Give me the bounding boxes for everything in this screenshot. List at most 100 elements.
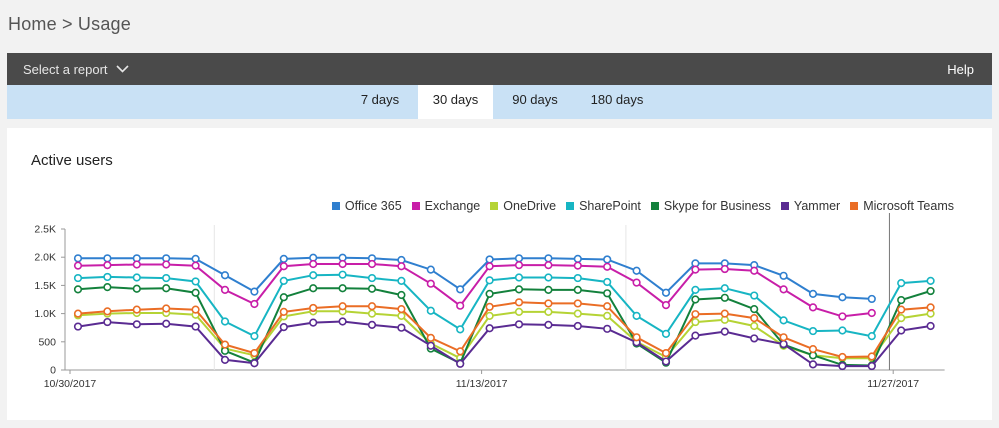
data-point-yammer [720, 327, 729, 336]
data-point-skype-for-business [397, 290, 406, 300]
data-point-sharepoint [573, 273, 582, 283]
data-point-yammer [897, 326, 906, 335]
x-tick-label: 11/13/2017 [456, 378, 508, 390]
data-point-microsoft-teams [426, 333, 435, 342]
data-point-skype-for-business [279, 293, 288, 302]
data-point-microsoft-teams [603, 302, 612, 311]
data-point-office-365 [632, 266, 641, 275]
tab-180-days[interactable]: 180 days [581, 85, 653, 119]
data-point-yammer [867, 361, 876, 371]
data-point-skype-for-business [485, 289, 494, 298]
data-point-sharepoint [338, 270, 347, 279]
data-point-skype-for-business [73, 285, 83, 294]
data-point-sharepoint [867, 332, 876, 341]
data-point-microsoft-teams [632, 333, 641, 342]
data-point-skype-for-business [720, 293, 729, 302]
data-point-office-365 [250, 287, 259, 296]
data-point-office-365 [279, 254, 288, 263]
tab-30-days[interactable]: 30 days [418, 85, 493, 119]
data-point-yammer [73, 322, 83, 331]
data-point-office-365 [867, 294, 876, 304]
data-point-exchange [632, 278, 641, 287]
data-point-yammer [573, 321, 582, 331]
data-point-yammer [103, 317, 112, 327]
data-point-yammer [779, 339, 788, 349]
data-point-onedrive [544, 307, 553, 317]
data-point-yammer [838, 361, 847, 371]
data-point-office-365 [544, 254, 553, 263]
data-point-yammer [367, 320, 377, 329]
data-point-sharepoint [808, 326, 818, 336]
data-point-yammer [485, 324, 494, 333]
y-tick-label: 0 [50, 365, 56, 377]
y-tick-label: 2.5K [34, 224, 56, 236]
data-point-sharepoint [132, 273, 141, 282]
data-point-onedrive [691, 317, 700, 327]
data-point-yammer [456, 359, 465, 368]
data-point-skype-for-business [926, 286, 935, 296]
data-point-exchange [456, 301, 465, 310]
data-point-skype-for-business [191, 288, 200, 297]
select-report-label: Select a report [23, 61, 108, 77]
data-point-yammer [191, 322, 200, 331]
data-point-office-365 [220, 271, 230, 280]
active-users-line-chart: 0 500 1.0K 1.5K 2.0K 2.5K 10/30/2017 11/13/2017… [34, 213, 945, 390]
data-point-yammer [397, 323, 406, 332]
data-point-microsoft-teams [397, 304, 406, 314]
data-point-exchange [485, 262, 494, 271]
data-point-skype-for-business [750, 304, 759, 314]
data-point-microsoft-teams [750, 314, 759, 323]
tab-90-days[interactable]: 90 days [501, 85, 569, 119]
data-point-office-365 [485, 255, 494, 264]
data-point-microsoft-teams [485, 302, 494, 311]
data-point-yammer [514, 320, 524, 329]
data-point-microsoft-teams [456, 347, 465, 356]
data-point-yammer [309, 318, 318, 327]
data-point-sharepoint [632, 311, 641, 320]
data-point-microsoft-teams [309, 303, 318, 313]
data-point-yammer [808, 360, 818, 369]
data-point-skype-for-business [544, 285, 553, 295]
data-point-sharepoint [603, 277, 612, 287]
data-point-microsoft-teams [514, 298, 524, 307]
tab-7-days[interactable]: 7 days [350, 85, 410, 119]
chevron-down-icon [115, 65, 129, 73]
data-point-sharepoint [779, 316, 788, 325]
data-point-yammer [750, 334, 759, 343]
select-report-dropdown[interactable]: Select a report [23, 62, 129, 77]
data-point-exchange [691, 265, 700, 274]
data-point-microsoft-teams [544, 299, 553, 308]
data-point-microsoft-teams [220, 340, 230, 349]
data-point-yammer [603, 324, 612, 333]
data-point-sharepoint [691, 285, 700, 295]
data-point-onedrive [485, 311, 494, 320]
data-point-sharepoint [250, 332, 259, 341]
data-point-microsoft-teams [279, 307, 288, 317]
data-point-onedrive [514, 307, 524, 317]
data-point-sharepoint [426, 306, 435, 315]
data-point-microsoft-teams [573, 299, 582, 308]
help-link[interactable]: Help [947, 62, 974, 77]
data-point-skype-for-business [897, 295, 906, 305]
data-point-sharepoint [191, 277, 200, 286]
data-point-office-365 [838, 293, 847, 302]
period-tabs: 7 days 30 days 90 days 180 days [7, 85, 992, 119]
data-point-skype-for-business [132, 284, 141, 293]
data-point-skype-for-business [162, 284, 171, 293]
data-point-exchange [661, 301, 671, 310]
data-point-microsoft-teams [720, 309, 729, 318]
data-point-yammer [338, 317, 347, 326]
data-point-yammer [132, 320, 141, 329]
data-point-exchange [162, 260, 171, 269]
data-point-yammer [661, 357, 671, 366]
data-point-sharepoint [279, 276, 288, 285]
data-point-microsoft-teams [838, 352, 847, 362]
data-point-exchange [250, 299, 259, 309]
breadcrumb: Home > Usage [8, 14, 131, 34]
data-point-skype-for-business [573, 285, 582, 295]
data-point-skype-for-business [514, 285, 524, 294]
data-point-exchange [779, 285, 788, 294]
data-point-sharepoint [162, 273, 171, 283]
data-point-onedrive [573, 309, 582, 318]
data-point-office-365 [426, 265, 435, 274]
